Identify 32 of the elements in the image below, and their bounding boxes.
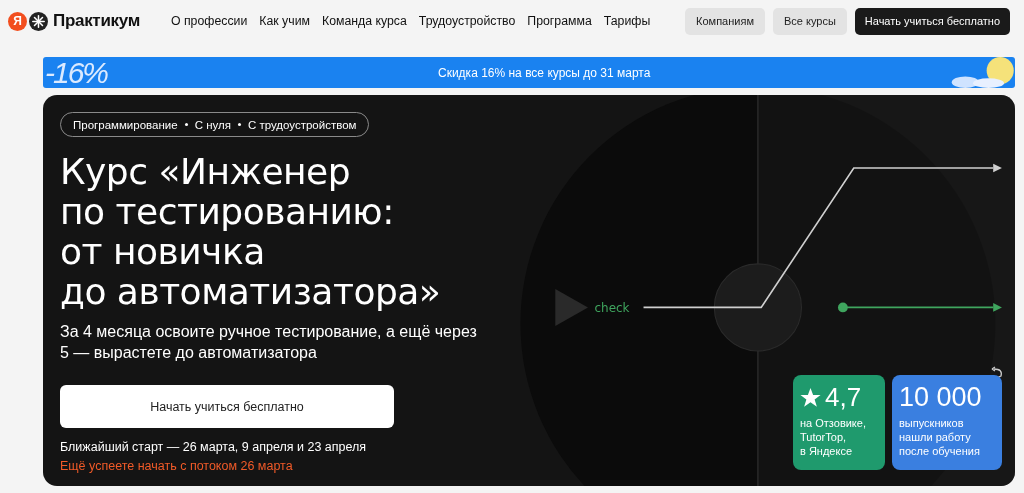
- play-triangle-icon: [555, 288, 588, 326]
- stat-caption: выпускников нашли работу после обучения: [899, 416, 981, 458]
- header-button[interactable]: Компаниям: [685, 7, 765, 35]
- start-free-button[interactable]: Начать учиться бесплатно: [60, 385, 394, 428]
- asterisk-logo-icon: [29, 11, 48, 31]
- start-dates: Ближайший старт — 26 марта, 9 апреля и 23 апреля: [60, 440, 367, 454]
- discount-graphic: -16%: [45, 57, 109, 88]
- urgency-note: Ещё успеете начать с потоком 26 марта: [60, 459, 293, 473]
- logo-text[interactable]: Практикум: [53, 11, 140, 31]
- logo-badge[interactable]: Я: [8, 11, 27, 31]
- dot-separator: [184, 123, 188, 126]
- start-free-button[interactable]: Начать учиться бесплатно: [854, 7, 1010, 35]
- nav-link[interactable]: О профессии: [170, 14, 248, 28]
- tag-label: С трудоустройством: [247, 118, 357, 131]
- stat-value: 10 000: [899, 383, 982, 411]
- promo-banner[interactable]: -16% Скидка 16% на все курсы до 31 марта: [43, 57, 1015, 88]
- stat-value: 4,7: [825, 383, 862, 411]
- promo-text: Скидка 16% на все курсы до 31 марта: [438, 65, 651, 80]
- nav-link[interactable]: Трудоустройство: [418, 14, 516, 28]
- nav-link[interactable]: Как учим: [259, 14, 310, 28]
- nav-link[interactable]: Тарифы: [603, 14, 651, 28]
- stat-caption: на Отзовике, TutorTop, в Яндексе: [800, 416, 867, 458]
- dot-separator: [237, 123, 241, 126]
- course-subtitle: За 4 месяца освоите ручное тестирование, а ещё через 5 — вырастете до автоматизатора: [60, 322, 477, 363]
- course-title: Курс «Инженер по тестированию: от новичка до автоматизатора»: [60, 152, 441, 312]
- tag-label: С нуля: [194, 118, 231, 131]
- tag-label: Программирование: [73, 118, 178, 131]
- star-icon: [800, 386, 821, 408]
- header-button[interactable]: Все курсы: [772, 7, 847, 35]
- nav-link[interactable]: Программа: [527, 14, 592, 28]
- check-label: check: [594, 300, 630, 315]
- nav-link[interactable]: Команда курса: [321, 14, 407, 28]
